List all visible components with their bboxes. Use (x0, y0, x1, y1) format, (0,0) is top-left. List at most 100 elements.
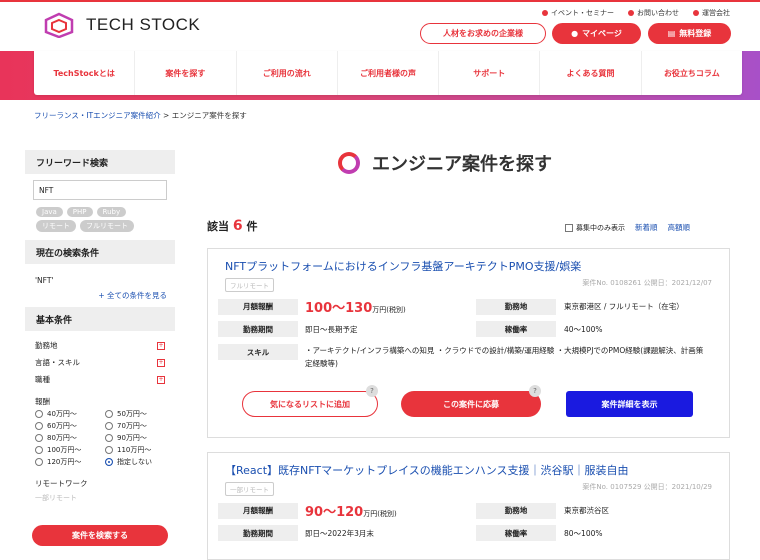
rate-value: 40〜100% (564, 324, 603, 334)
radio-icon (35, 434, 43, 442)
job-row: 勤務期間 即日〜2022年3月末 稼働率 80〜100% (218, 525, 729, 541)
tag-chip[interactable]: フルリモート (80, 220, 134, 232)
breadcrumb-link[interactable]: フリーランス・ITエンジニア案件紹介 (34, 111, 161, 120)
pay-option[interactable]: 60万円〜 (35, 421, 105, 431)
nav-item-faq[interactable]: よくある質問 (540, 51, 642, 95)
nav-item-voices[interactable]: ご利用者様の声 (338, 51, 440, 95)
logo-cube-icon (44, 12, 74, 38)
page-title: エンジニア案件を探す (338, 150, 552, 176)
pay-option[interactable]: 100万円〜 (35, 445, 105, 455)
pay-option-label: 40万円〜 (47, 410, 77, 418)
job-title[interactable]: 【React】既存NFTマーケットプレイスの機能エンハンス支援｜渋谷駅｜服装自由 (208, 453, 729, 480)
bullet-icon (542, 10, 548, 16)
pay-amount: 100〜130 (305, 301, 373, 316)
see-all-link[interactable]: + 全ての条件を見る (25, 285, 175, 301)
period-value: 即日〜2022年3月末 (305, 528, 374, 538)
sort-price-link[interactable]: 高額順 (668, 222, 691, 233)
breadcrumb-current: エンジニア案件を探す (171, 111, 247, 120)
basic-item-skill[interactable]: 言語・スキル + (25, 354, 175, 371)
nav-item-about[interactable]: TechStockとは (34, 51, 136, 95)
freeword-input[interactable]: NFT (33, 180, 167, 200)
logo[interactable]: TECH STOCK (42, 12, 200, 38)
remote-badge: フルリモート (225, 278, 274, 292)
add-favorite-button[interactable]: 気になるリストに追加 (242, 391, 378, 417)
pay-option[interactable]: 50万円〜 (105, 409, 175, 419)
nav-item-search[interactable]: 案件を探す (135, 51, 237, 95)
pay-option[interactable]: 80万円〜 (35, 433, 105, 443)
remote-title: リモートワーク (35, 479, 88, 488)
top-link-label: 運営会社 (702, 9, 730, 17)
radio-icon (35, 410, 43, 418)
pay-option[interactable]: 120万円〜 (35, 457, 105, 467)
current-condition-value: 'NFT' (35, 276, 54, 285)
tag-chip[interactable]: リモート (36, 220, 76, 232)
skill-text: ・アーキテクト/インフラ構築への知見 ・クラウドでの設計/構築/運用経験 ・大規… (305, 346, 704, 368)
basic-item-location[interactable]: 勤務地 + (25, 337, 175, 354)
help-icon[interactable]: ? (366, 385, 378, 397)
result-count: 該当 6 件 (207, 218, 257, 234)
radio-icon (35, 446, 43, 454)
nav-item-flow[interactable]: ご利用の流れ (237, 51, 338, 95)
sort-new-link[interactable]: 新着順 (635, 222, 658, 233)
period-value: 即日〜長期予定 (305, 324, 358, 334)
job-number: 案件No. 0107529 公開日：2021/10/29 (582, 483, 712, 491)
result-prefix: 該当 (207, 220, 229, 233)
pay-value: 90〜120万円(税別) (298, 501, 468, 520)
logo-text: TECH STOCK (86, 15, 201, 34)
job-title[interactable]: NFTプラットフォームにおけるインフラ基盤アーキテクトPMO支援/娯楽 (208, 249, 729, 276)
company-button[interactable]: 人材をお求めの企業様 (420, 23, 546, 44)
pay-option[interactable]: 70万円〜 (105, 421, 175, 431)
bullet-icon (693, 10, 699, 16)
place-value: 東京都港区 / フルリモート（在宅） (564, 302, 684, 311)
detail-button[interactable]: 案件詳細を表示 (566, 391, 693, 417)
radio-icon (35, 422, 43, 430)
place-label: 勤務地 (476, 298, 556, 315)
job-card: NFTプラットフォームにおけるインフラ基盤アーキテクトPMO支援/娯楽 フルリモ… (207, 248, 730, 438)
pay-unit: 万円(税別) (372, 306, 406, 314)
tag-chip[interactable]: Java (36, 207, 63, 217)
tag-chip[interactable]: PHP (66, 207, 93, 217)
period-label: 勤務期間 (218, 525, 298, 541)
bullet-icon (628, 10, 634, 16)
nav-item-support[interactable]: サポート (439, 51, 541, 95)
place-value: 東京都渋谷区 (564, 506, 609, 515)
pay-option-label: 90万円〜 (117, 434, 147, 442)
top-link-events[interactable]: イベント・セミナー (542, 8, 614, 18)
job-row: 月額報酬 100〜130万円(税別) 勤務地 東京都港区 / フルリモート（在宅… (218, 297, 729, 316)
radio-selected-icon (105, 458, 113, 466)
search-button[interactable]: 案件を検索する (32, 525, 168, 546)
pay-option-label: 120万円〜 (47, 458, 82, 466)
nav-item-column[interactable]: お役立ちコラム (642, 51, 742, 95)
remote-option-partial[interactable]: 一部リモート (25, 489, 175, 503)
pay-option-label: 110万円〜 (117, 446, 152, 454)
user-icon: ● (571, 29, 579, 38)
period-label: 勤務期間 (218, 321, 298, 337)
checkbox-icon (565, 223, 573, 232)
job-row: 勤務期間 即日〜長期予定 稼働率 40〜100% (218, 321, 729, 337)
pay-option-label: 60万円〜 (47, 422, 77, 430)
top-link-contact[interactable]: お問い合わせ (628, 8, 679, 18)
register-button[interactable]: ▤ 無料登録 (648, 23, 731, 44)
apply-button[interactable]: この案件に応募 (401, 391, 541, 417)
top-links: イベント・セミナー お問い合わせ 運営会社 (542, 8, 730, 18)
pay-option-selected[interactable]: 指定しない (105, 457, 175, 467)
radio-icon (105, 434, 113, 442)
place-label: 勤務地 (476, 502, 556, 519)
job-meta: フルリモート 案件No. 0108261 公開日：2021/12/07 (208, 276, 729, 292)
job-row: 月額報酬 90〜120万円(税別) 勤務地 東京都渋谷区 (218, 501, 729, 520)
mypage-label: マイページ (582, 29, 622, 38)
pay-option[interactable]: 90万円〜 (105, 433, 175, 443)
help-icon[interactable]: ? (529, 385, 541, 397)
pay-option[interactable]: 40万円〜 (35, 409, 105, 419)
ring-icon (338, 152, 360, 174)
recruiting-filter[interactable]: 募集中のみ表示 (565, 223, 625, 233)
top-link-company[interactable]: 運営会社 (693, 8, 730, 18)
pay-option[interactable]: 110万円〜 (105, 445, 175, 455)
skill-label: スキル (218, 344, 298, 360)
mypage-button[interactable]: ● マイページ (552, 23, 641, 44)
job-number: 案件No. 0108261 公開日：2021/12/07 (582, 279, 712, 287)
pay-label: 月額報酬 (218, 298, 298, 315)
top-accent-bar (0, 0, 760, 2)
basic-item-job[interactable]: 職種 + (25, 371, 175, 388)
tag-chip[interactable]: Ruby (96, 207, 127, 217)
